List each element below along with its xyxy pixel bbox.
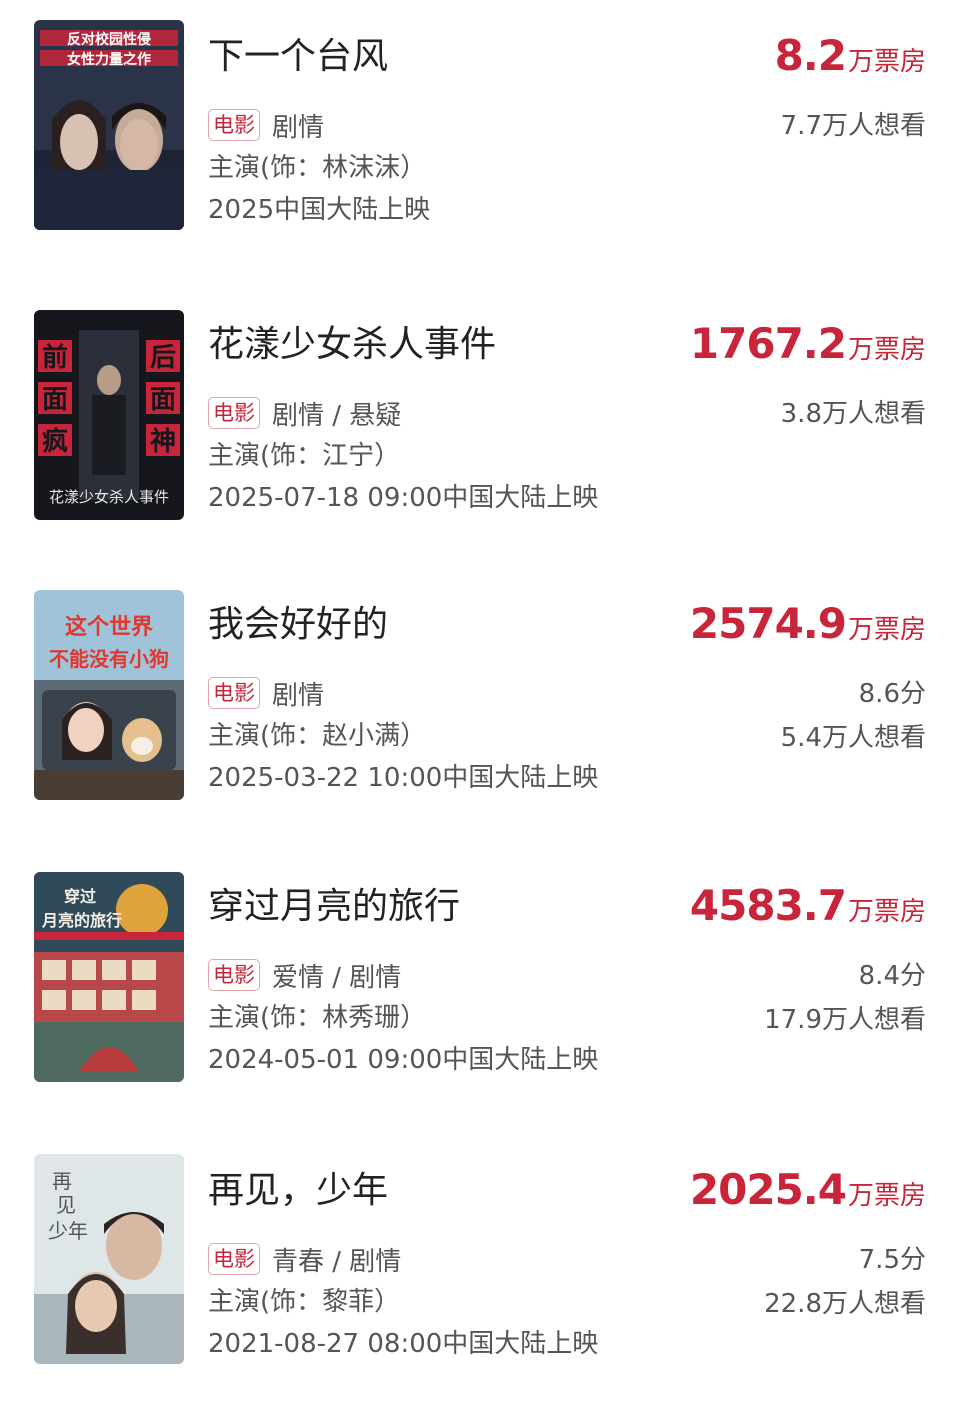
poster-image: 再 见 少年: [34, 1154, 184, 1364]
movie-item[interactable]: 反对校园性侵 女性力量之作 下一个台风 电影 剧情 主演(饰：林沫沫） 2025…: [0, 20, 960, 260]
svg-text:不能没有小狗: 不能没有小狗: [49, 647, 169, 671]
svg-text:神: 神: [150, 427, 176, 457]
tag-row: 电影 剧情 / 悬疑: [208, 394, 401, 432]
tag-row: 电影 青春 / 剧情: [208, 1240, 401, 1278]
svg-text:后: 后: [150, 343, 176, 373]
want-to-see-count: 3.8万人想看: [780, 399, 926, 429]
box-office: 4583.7万票房: [690, 876, 926, 945]
tag-row: 电影 剧情: [208, 106, 324, 144]
movie-list: 反对校园性侵 女性力量之作 下一个台风 电影 剧情 主演(饰：林沫沫） 2025…: [0, 0, 960, 1410]
movie-type-badge: 电影: [208, 1243, 260, 1275]
box-office-value: 1767.2: [689, 319, 847, 368]
box-office: 1767.2万票房: [690, 314, 926, 383]
movie-title[interactable]: 再见，少年: [208, 1166, 388, 1216]
movie-release-date: 2021-08-27 08:00中国大陆上映: [208, 1329, 599, 1359]
svg-text:疯: 疯: [42, 426, 68, 457]
movie-genre: 剧情 / 悬疑: [272, 400, 402, 431]
box-office-unit: 万票房: [847, 335, 926, 365]
movie-poster[interactable]: 这个世界 不能没有小狗: [34, 590, 184, 800]
poster-title-text: 这个世界: [65, 614, 153, 640]
box-office-value: 8.2: [774, 31, 847, 80]
tag-row: 电影 爱情 / 剧情: [208, 956, 401, 994]
movie-genre: 爱情 / 剧情: [272, 962, 402, 993]
movie-type-badge: 电影: [208, 959, 260, 991]
movie-cast: 主演(饰：林沫沫）: [208, 153, 427, 183]
svg-text:月亮的旅行: 月亮的旅行: [41, 911, 122, 930]
movie-item[interactable]: 这个世界 不能没有小狗 我会好好的 电影 剧情 主演(饰：赵小满） 2025-0…: [0, 588, 960, 828]
movie-cast: 主演(饰：黎菲）: [208, 1287, 401, 1317]
movie-poster[interactable]: 再 见 少年: [34, 1154, 184, 1364]
poster-image: 反对校园性侵 女性力量之作: [34, 20, 184, 230]
box-office-unit: 万票房: [847, 615, 926, 645]
box-office: 2025.4万票房: [690, 1160, 926, 1229]
movie-release-date: 2025中国大陆上映: [208, 195, 431, 225]
movie-cast: 主演(饰：林秀珊）: [208, 1003, 427, 1033]
tag-row: 电影 剧情: [208, 674, 324, 712]
movie-genre: 青春 / 剧情: [272, 1246, 402, 1277]
movie-item[interactable]: 再 见 少年 再见，少年 电影 青春 / 剧情 主演(饰：黎菲） 2021-08…: [0, 1154, 960, 1394]
box-office: 8.2万票房: [775, 26, 926, 95]
box-office-unit: 万票房: [847, 897, 926, 927]
movie-type-badge: 电影: [208, 677, 260, 709]
movie-release-date: 2025-07-18 09:00中国大陆上映: [208, 483, 599, 513]
movie-poster[interactable]: 穿过 月亮的旅行: [34, 872, 184, 1082]
movie-score: 8.4分: [858, 961, 926, 991]
movie-poster[interactable]: 前 面 疯 后 面 神 花漾少女杀人事件: [34, 310, 184, 520]
svg-text:面: 面: [150, 385, 176, 415]
movie-title[interactable]: 花漾少女杀人事件: [208, 320, 496, 370]
box-office-unit: 万票房: [847, 47, 926, 77]
movie-genre: 剧情: [272, 680, 325, 711]
poster-title-text: 反对校园性侵: [67, 31, 151, 48]
movie-cast: 主演(饰：江宁）: [208, 441, 401, 471]
box-office-value: 2574.9: [689, 599, 847, 648]
box-office-unit: 万票房: [847, 1181, 926, 1211]
movie-release-date: 2025-03-22 10:00中国大陆上映: [208, 763, 599, 793]
want-to-see-count: 17.9万人想看: [764, 1005, 926, 1035]
movie-type-badge: 电影: [208, 397, 260, 429]
movie-genre: 剧情: [272, 112, 325, 143]
movie-cast: 主演(饰：赵小满）: [208, 721, 427, 751]
movie-poster[interactable]: 反对校园性侵 女性力量之作: [34, 20, 184, 230]
box-office-value: 4583.7: [689, 881, 847, 930]
box-office: 2574.9万票房: [690, 594, 926, 663]
want-to-see-count: 7.7万人想看: [780, 111, 926, 141]
movie-score: 7.5分: [858, 1245, 926, 1275]
movie-type-badge: 电影: [208, 109, 260, 141]
box-office-value: 2025.4: [689, 1165, 847, 1214]
svg-text:见: 见: [56, 1193, 76, 1217]
movie-score: 8.6分: [858, 679, 926, 709]
poster-image: 前 面 疯 后 面 神 花漾少女杀人事件: [34, 310, 184, 520]
movie-title[interactable]: 下一个台风: [208, 32, 388, 82]
poster-image: 这个世界 不能没有小狗: [34, 590, 184, 800]
poster-image: 穿过 月亮的旅行: [34, 872, 184, 1082]
movie-item[interactable]: 前 面 疯 后 面 神 花漾少女杀人事件 花漾少女杀人事件 电影 剧情 / 悬疑…: [0, 308, 960, 548]
poster-title-text: 穿过: [64, 887, 96, 906]
movie-release-date: 2024-05-01 09:00中国大陆上映: [208, 1045, 599, 1075]
want-to-see-count: 5.4万人想看: [780, 723, 926, 753]
movie-title[interactable]: 穿过月亮的旅行: [208, 882, 460, 932]
svg-text:花漾少女杀人事件: 花漾少女杀人事件: [49, 488, 169, 506]
svg-text:前: 前: [42, 342, 68, 373]
svg-text:女性力量之作: 女性力量之作: [67, 51, 151, 68]
movie-title[interactable]: 我会好好的: [208, 600, 388, 650]
poster-title-text: 再: [52, 1169, 72, 1193]
want-to-see-count: 22.8万人想看: [764, 1289, 926, 1319]
svg-text:少年: 少年: [48, 1219, 88, 1243]
svg-text:面: 面: [42, 385, 68, 415]
movie-item[interactable]: 穿过 月亮的旅行 穿过月亮的旅行 电影 爱情 / 剧情 主演(饰：林秀珊） 20…: [0, 870, 960, 1110]
